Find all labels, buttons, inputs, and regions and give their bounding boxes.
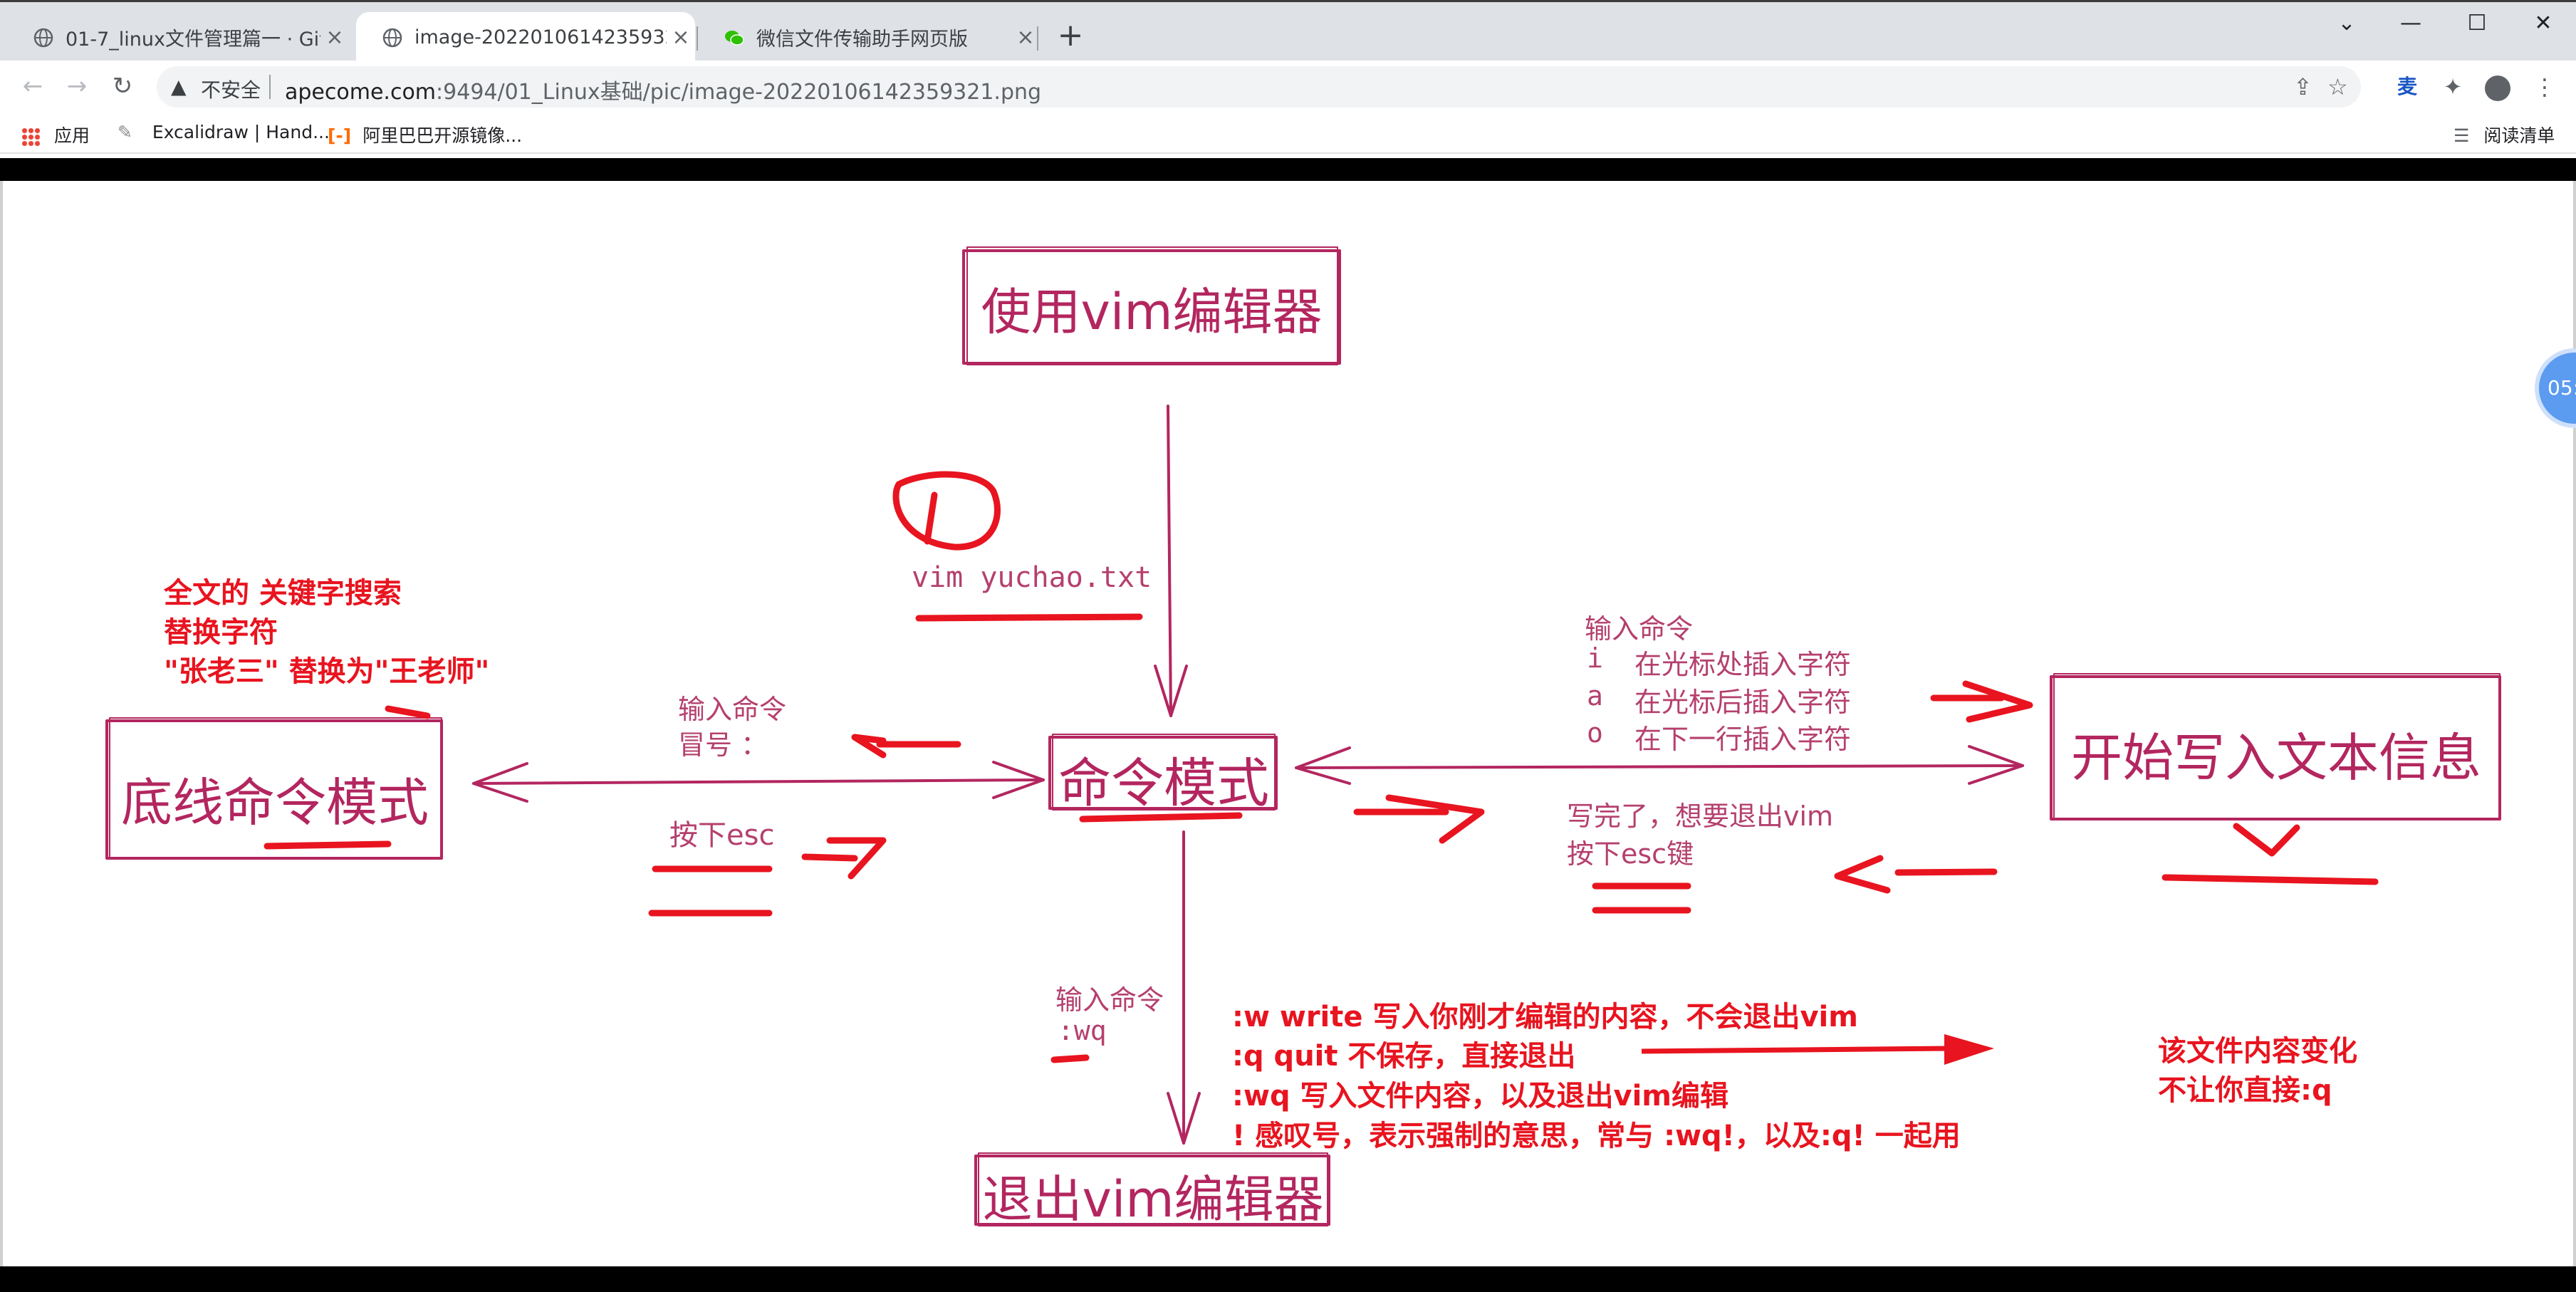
arrow-to-command-mode xyxy=(1154,405,1188,717)
arrow-command-lastline xyxy=(472,761,1045,803)
annotation-cmd-w: :w write 写入你刚才编辑的内容，不会退出vim xyxy=(1232,1001,1858,1033)
underline-last-line xyxy=(264,840,392,850)
annotation-cmd-bang: ! 感叹号，表示强制的意思，常与 :wq!，以及:q! 一起用 xyxy=(1232,1120,1961,1152)
label-back-from-insert-1: 写完了，想要退出vim xyxy=(1567,801,1834,832)
arrow-to-lastline-mark xyxy=(851,734,961,759)
label-to-lastline-2: 冒号 ： xyxy=(678,729,768,761)
label-press-esc: 按下esc xyxy=(669,819,775,852)
underline-vim-cmd xyxy=(915,613,1143,622)
long-arrow-quit xyxy=(1641,1034,1994,1065)
dash-wq-mark xyxy=(1050,1054,1090,1063)
vim-mode-diagram: 使用vim编辑器 命令模式 底线命令模式 开始写入文本信息 退出vim编辑器 v… xyxy=(0,0,2576,1292)
annotation-search-1: 全文的 关键字搜索 xyxy=(164,577,402,610)
box-insert-mode: 开始写入文本信息 xyxy=(2070,728,2481,788)
annotation-warn-1: 该文件内容变化 xyxy=(2158,1035,2357,1068)
box-exit-vim: 退出vim编辑器 xyxy=(982,1170,1324,1229)
circled-one-stem xyxy=(924,491,938,545)
box-use-vim: 使用vim编辑器 xyxy=(981,283,1323,341)
arrow-insert-mark xyxy=(1353,794,1485,844)
annotation-cmd-wq: :wq 写入文件内容，以及退出vim编辑 xyxy=(1232,1080,1728,1113)
label-insert-a-key: a xyxy=(1587,680,1603,712)
label-to-exit-2: :wq xyxy=(1058,1015,1107,1046)
label-to-insert-title: 输入命令 xyxy=(1585,613,1694,645)
check-insert-mark xyxy=(2162,823,2379,885)
label-insert-i-desc: 在光标处插入字符 xyxy=(1634,649,1852,680)
box-command-mode: 命令模式 xyxy=(1058,753,1269,814)
label-to-lastline-1: 输入命令 xyxy=(678,694,787,725)
arrow-into-insert-mark xyxy=(1930,680,2033,723)
tick-last-line xyxy=(385,705,431,719)
label-open-cmd: vim yuchao.txt xyxy=(912,561,1152,594)
label-to-exit-1: 输入命令 xyxy=(1055,984,1164,1016)
label-back-from-insert-2: 按下esc键 xyxy=(1567,838,1694,870)
label-insert-a-desc: 在光标后插入字符 xyxy=(1634,687,1852,718)
arrow-to-exit xyxy=(1167,830,1201,1145)
label-insert-i-key: i xyxy=(1587,642,1603,674)
box-last-line-mode: 底线命令模式 xyxy=(120,773,429,833)
arrow-back-from-insert-mark xyxy=(1834,855,1998,894)
annotation-search-3: "张老三" 替换为"王老师" xyxy=(164,655,490,688)
annotation-warn-2: 不让你直接:q xyxy=(2158,1074,2332,1107)
label-insert-o-key: o xyxy=(1587,717,1603,749)
label-insert-o-desc: 在下一行插入字符 xyxy=(1634,724,1852,755)
circled-one-mark xyxy=(892,471,1001,551)
annotation-cmd-q: :q quit 不保存，直接退出 xyxy=(1232,1040,1576,1073)
annotation-search-2: 替换字符 xyxy=(164,616,278,649)
arrow-esc-mark xyxy=(801,837,887,880)
